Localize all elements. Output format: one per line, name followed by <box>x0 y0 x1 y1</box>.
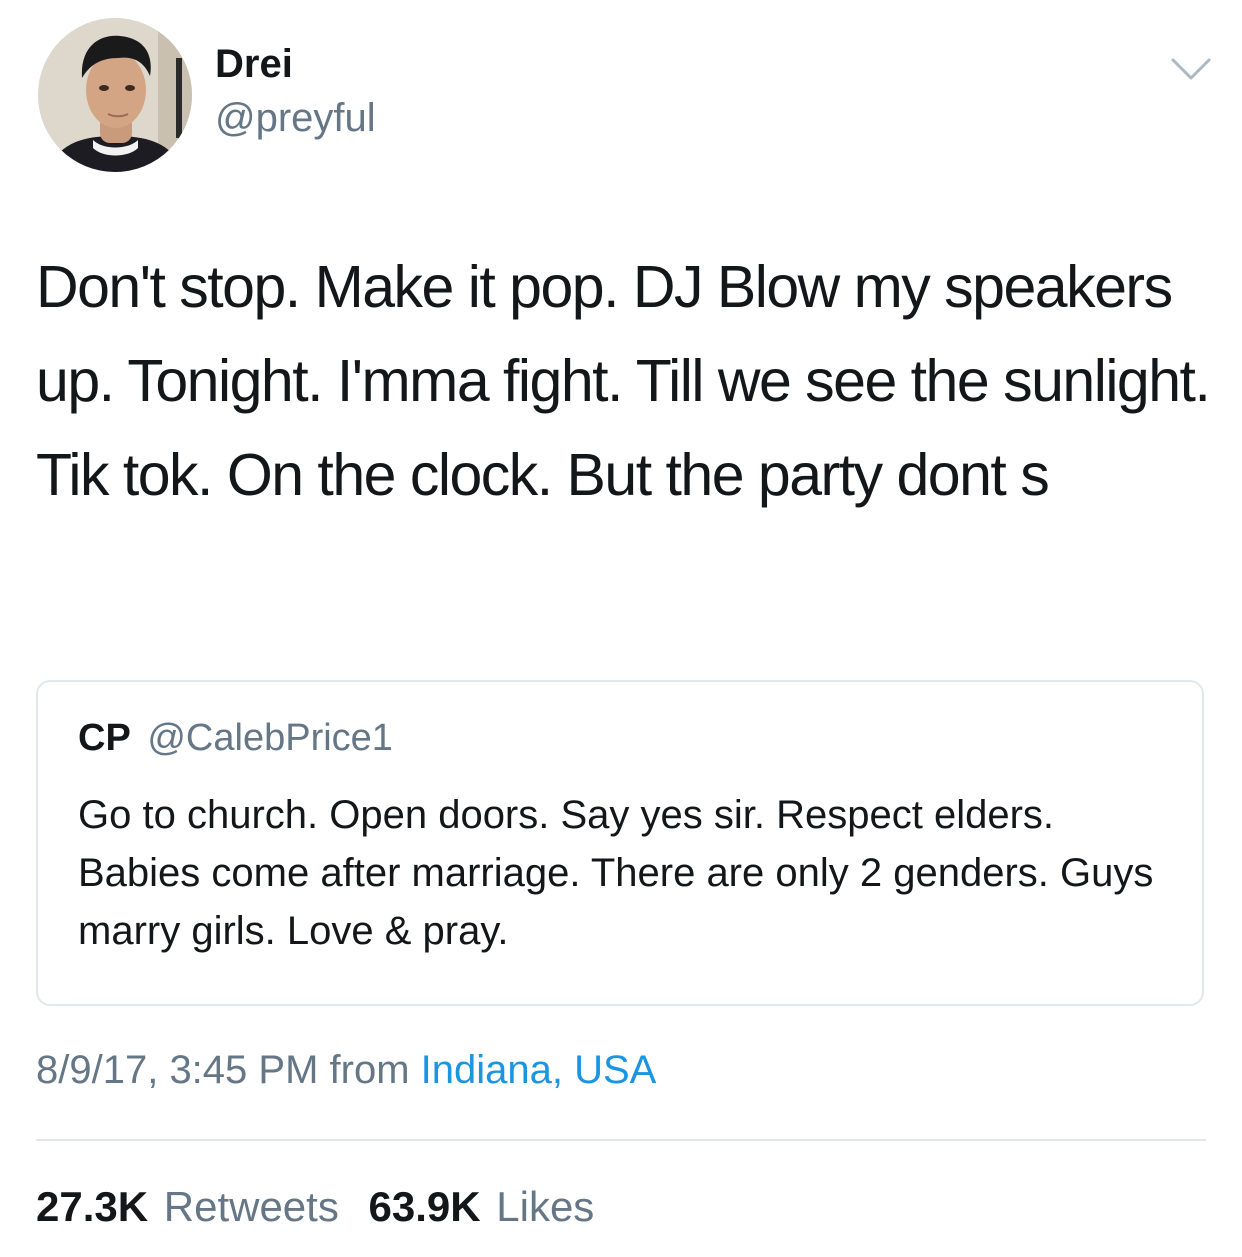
tweet-meta: 8/9/17, 3:45 PM from Indiana, USA <box>36 1046 656 1094</box>
quoted-tweet-author-name: CP <box>78 717 131 759</box>
tweet-text: Don't stop. Make it pop. DJ Blow my spea… <box>36 254 1211 508</box>
author-display-name[interactable]: Drei <box>215 40 293 88</box>
likes-count: 63.9K <box>368 1183 481 1230</box>
author-handle[interactable]: @preyful <box>215 94 376 142</box>
quoted-tweet-header: CP @CalebPrice1 <box>78 716 393 762</box>
chevron-down-icon[interactable] <box>1170 56 1212 84</box>
retweets-stat[interactable]: 27.3K Retweets <box>36 1183 351 1230</box>
tweet-timestamp[interactable]: 8/9/17, 3:45 PM <box>36 1048 318 1092</box>
quoted-tweet-author-handle: @CalebPrice1 <box>147 717 393 759</box>
likes-stat[interactable]: 63.9K Likes <box>369 1183 595 1230</box>
tweet-location-link[interactable]: Indiana, USA <box>421 1048 657 1092</box>
divider <box>36 1139 1206 1141</box>
quoted-tweet-card[interactable]: CP @CalebPrice1 Go to church. Open doors… <box>36 680 1204 1006</box>
tweet-stats: 27.3K Retweets 63.9K Likes <box>36 1182 594 1232</box>
retweets-count: 27.3K <box>36 1183 149 1230</box>
profile-photo-icon <box>38 18 192 172</box>
from-label: from <box>329 1048 410 1092</box>
retweets-label: Retweets <box>163 1183 339 1230</box>
likes-label: Likes <box>496 1183 595 1230</box>
avatar[interactable] <box>38 18 192 172</box>
quoted-tweet-text: Go to church. Open doors. Say yes sir. R… <box>78 793 1154 953</box>
